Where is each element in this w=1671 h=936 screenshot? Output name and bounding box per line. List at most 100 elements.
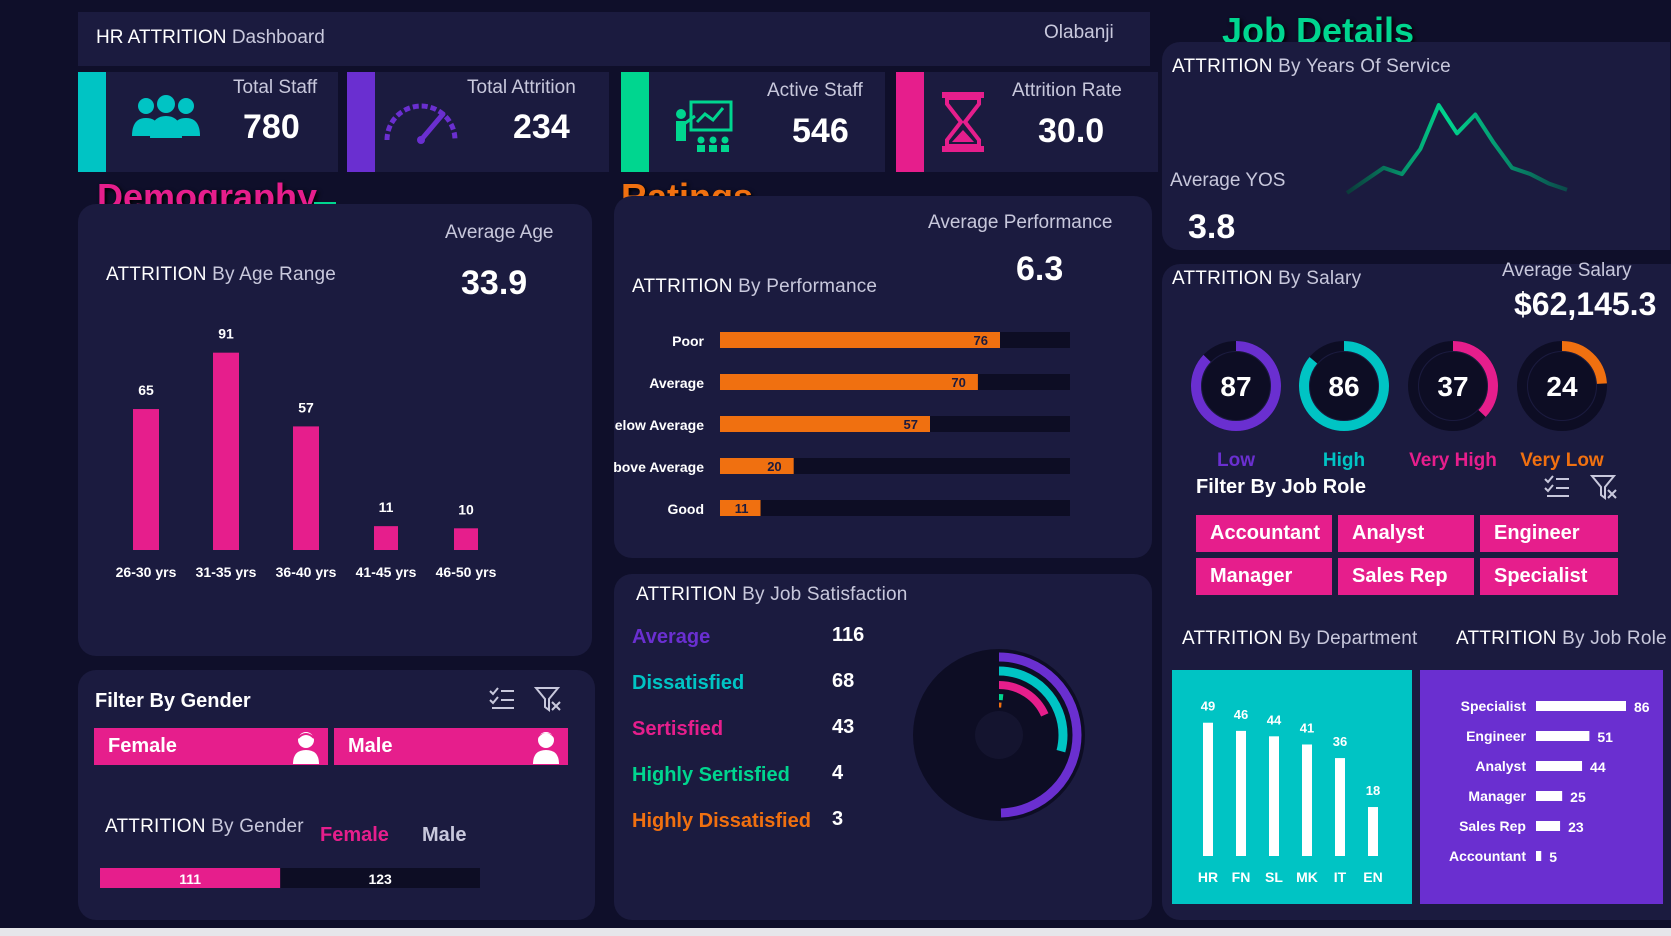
job-role-bar <box>1536 701 1626 711</box>
job-role-chart: Specialist 86 Engineer 51 Analyst 44 Manager 25… <box>1420 670 1663 904</box>
female-user-icon <box>292 730 320 777</box>
presenter-icon <box>673 100 735 159</box>
multi-select-icon[interactable] <box>488 686 516 717</box>
job-role-bar-label: 44 <box>1590 759 1606 775</box>
kpi-value: 30.0 <box>1038 112 1105 150</box>
age-category-label: 31-35 yrs <box>196 564 257 580</box>
performance-category-label: Below Average <box>614 417 704 433</box>
multi-select-icon[interactable] <box>1543 474 1571 505</box>
department-bar <box>1302 744 1312 856</box>
filter-male-button[interactable]: Male <box>334 728 568 765</box>
age-bar-label: 10 <box>458 501 474 517</box>
job-role-category-label: Sales Rep <box>1459 818 1526 834</box>
age-category-label: 46-50 yrs <box>436 564 497 580</box>
satisfaction-label: Highly Dissatisfied <box>632 810 811 832</box>
performance-chart: Poor 76 Average 70 Below Average 57 Above Aver… <box>614 332 1070 517</box>
department-bar-label: 41 <box>1300 720 1314 735</box>
age-category-label: 41-45 yrs <box>356 564 417 580</box>
clear-filter-icon[interactable] <box>1589 474 1618 505</box>
job-role-bar-label: 86 <box>1634 699 1650 715</box>
donut-center <box>975 711 1023 759</box>
kpi-accent-bar <box>347 72 375 172</box>
age-bar <box>374 526 398 550</box>
avg-yos-label: Average YOS <box>1170 170 1286 191</box>
satisfaction-value: 3 <box>832 808 844 830</box>
job-role-category-label: Engineer <box>1466 728 1526 744</box>
performance-bar-label: 57 <box>904 417 918 432</box>
age-range-card: Average Age 33.9 ATTRITION By Age Range … <box>78 204 592 656</box>
kpi-accent-bar <box>78 72 106 172</box>
satisfaction-label: Dissatisfied <box>632 672 745 694</box>
kpi-value: 234 <box>513 108 570 146</box>
header-bar: HR ATTRITION Dashboard Olabanji <box>78 12 1150 66</box>
performance-bar <box>720 374 978 390</box>
age-bar <box>293 426 319 550</box>
kpi-label: Active Staff <box>767 80 863 101</box>
kpi-value: 546 <box>792 112 849 150</box>
legend-female: Female <box>320 824 389 846</box>
kpi-label: Total Attrition <box>467 77 576 98</box>
age-bar-label: 57 <box>298 399 314 415</box>
filter-female-button[interactable]: Female <box>94 728 328 765</box>
male-user-icon <box>532 730 560 777</box>
salary-donut-label: High <box>1323 450 1365 471</box>
department-category-label: MK <box>1296 869 1318 885</box>
filter-role-specialist[interactable]: Specialist <box>1480 558 1618 595</box>
kpi-total-staff: Total Staff 780 <box>78 72 338 172</box>
job-role-bar-label: 25 <box>1570 789 1586 805</box>
kpi-label: Total Staff <box>233 77 318 98</box>
performance-bar <box>720 458 794 474</box>
yos-chart-title: ATTRITION By Years Of Service <box>1172 56 1451 77</box>
satisfaction-donut-chart <box>913 649 1085 821</box>
salary-donut-label: Low <box>1217 450 1255 471</box>
job-role-chart-title: ATTRITION By Job Role <box>1456 628 1667 649</box>
job-role-category-label: Manager <box>1468 788 1526 804</box>
satisfaction-chart-title: ATTRITION By Job Satisfaction <box>636 584 908 605</box>
filter-role-manager[interactable]: Manager <box>1196 558 1332 595</box>
job-role-bar-label: 23 <box>1568 819 1584 835</box>
avg-performance-label: Average Performance <box>928 212 1113 233</box>
button-label: Female <box>108 735 177 757</box>
avg-yos-value: 3.8 <box>1188 208 1236 246</box>
kpi-attrition-rate: Attrition Rate 30.0 <box>896 72 1158 172</box>
job-role-filter-title: Filter By Job Role <box>1196 476 1367 498</box>
age-bar <box>454 528 478 550</box>
yos-line <box>1345 103 1568 195</box>
avg-salary-label: Average Salary <box>1502 260 1632 281</box>
performance-category-label: Good <box>667 501 704 517</box>
department-chart: 49 HR 46 FN 44 SL 41 MK 36 IT 18 EN <box>1172 670 1412 904</box>
salary-card: ATTRITION By Salary Average Salary $62,1… <box>1162 260 1671 920</box>
performance-category-label: Poor <box>672 333 704 349</box>
filter-role-accountant[interactable]: Accountant <box>1196 515 1332 552</box>
salary-donut-value: 24 <box>1546 371 1578 402</box>
filter-role-analyst[interactable]: Analyst <box>1338 515 1474 552</box>
performance-card: Average Performance 6.3 ATTRITION By Per… <box>614 196 1152 558</box>
gauge-icon <box>381 96 461 151</box>
kpi-value: 780 <box>243 108 300 146</box>
performance-bar <box>720 332 1000 348</box>
department-bar <box>1269 736 1279 856</box>
salary-chart-title: ATTRITION By Salary <box>1172 268 1362 289</box>
department-category-label: HR <box>1198 869 1218 885</box>
avg-performance-value: 6.3 <box>1016 250 1064 288</box>
clear-filter-icon[interactable] <box>533 686 562 717</box>
age-category-label: 36-40 yrs <box>276 564 337 580</box>
filter-role-engineer[interactable]: Engineer <box>1480 515 1618 552</box>
satisfaction-value: 116 <box>832 624 865 646</box>
job-role-bar <box>1536 851 1542 861</box>
salary-donut-charts: 87 Low 86 High 37 Very High 24 Very Low <box>1191 341 1607 471</box>
salary-donut-value: 86 <box>1328 371 1359 402</box>
kpi-accent-bar <box>621 72 649 172</box>
department-bar <box>1335 758 1345 856</box>
gender-chart: 111 123 <box>100 868 480 888</box>
department-bar-label: 36 <box>1333 734 1347 749</box>
age-chart-title: ATTRITION By Age Range <box>106 264 337 285</box>
filter-role-sales-rep[interactable]: Sales Rep <box>1338 558 1474 595</box>
job-role-category-label: Accountant <box>1449 848 1526 864</box>
satisfaction-value: 43 <box>832 716 855 738</box>
job-role-bar <box>1536 791 1563 801</box>
department-category-label: EN <box>1363 869 1382 885</box>
age-bar <box>213 352 239 550</box>
satisfaction-value: 4 <box>832 762 844 784</box>
author-name: Olabanji <box>1044 22 1114 43</box>
